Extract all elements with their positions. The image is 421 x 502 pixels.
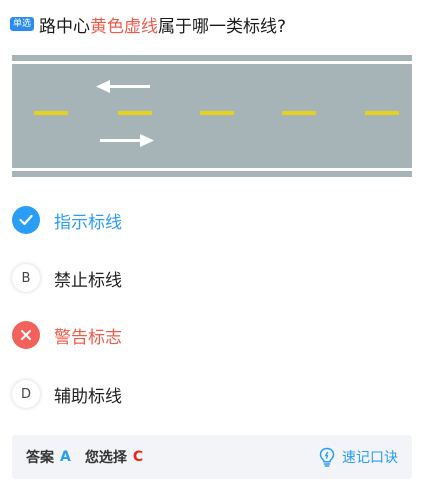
question-type-badge: 单选 [10,17,35,31]
check-icon [12,206,40,234]
lightbulb-icon [319,447,335,467]
question-text-before: 路中心 [39,16,91,37]
road-edge-top [12,61,412,64]
option-a[interactable]: 指示标线 [12,200,412,240]
option-a-label: 指示标线 [54,212,122,233]
question-text-highlight: 黄色虚线 [90,16,159,37]
option-b-letter: B [12,264,40,292]
question-title: 单选 路中心黄色虚线属于哪一类标线? [10,10,410,38]
option-b[interactable]: B 禁止标线 [12,258,412,298]
road-illustration [12,55,412,177]
answer-bar: 答案 A 您选择 C 速记口诀 [12,435,412,479]
option-d-label: 辅助标线 [54,386,122,407]
question-text-after: 属于哪一类标线? [158,16,287,37]
mnemonic-tip-label: 速记口诀 [342,450,398,466]
close-icon [12,321,40,349]
option-d-letter: D [12,380,40,408]
question-text: 路中心黄色虚线属于哪一类标线? [39,12,286,37]
answer-value: A [60,449,71,465]
road-surface [12,55,412,177]
answer-label: 答案 [26,450,54,466]
your-choice-value: C [132,449,144,465]
option-b-label: 禁止标线 [54,270,122,291]
option-c[interactable]: 警告标志 [12,315,412,355]
mnemonic-tip-button[interactable]: 速记口诀 [318,447,398,467]
option-c-label: 警告标志 [54,327,122,348]
your-choice-label: 您选择 [84,450,127,466]
road-edge-bottom [12,168,412,171]
option-d[interactable]: D 辅助标线 [12,374,412,414]
